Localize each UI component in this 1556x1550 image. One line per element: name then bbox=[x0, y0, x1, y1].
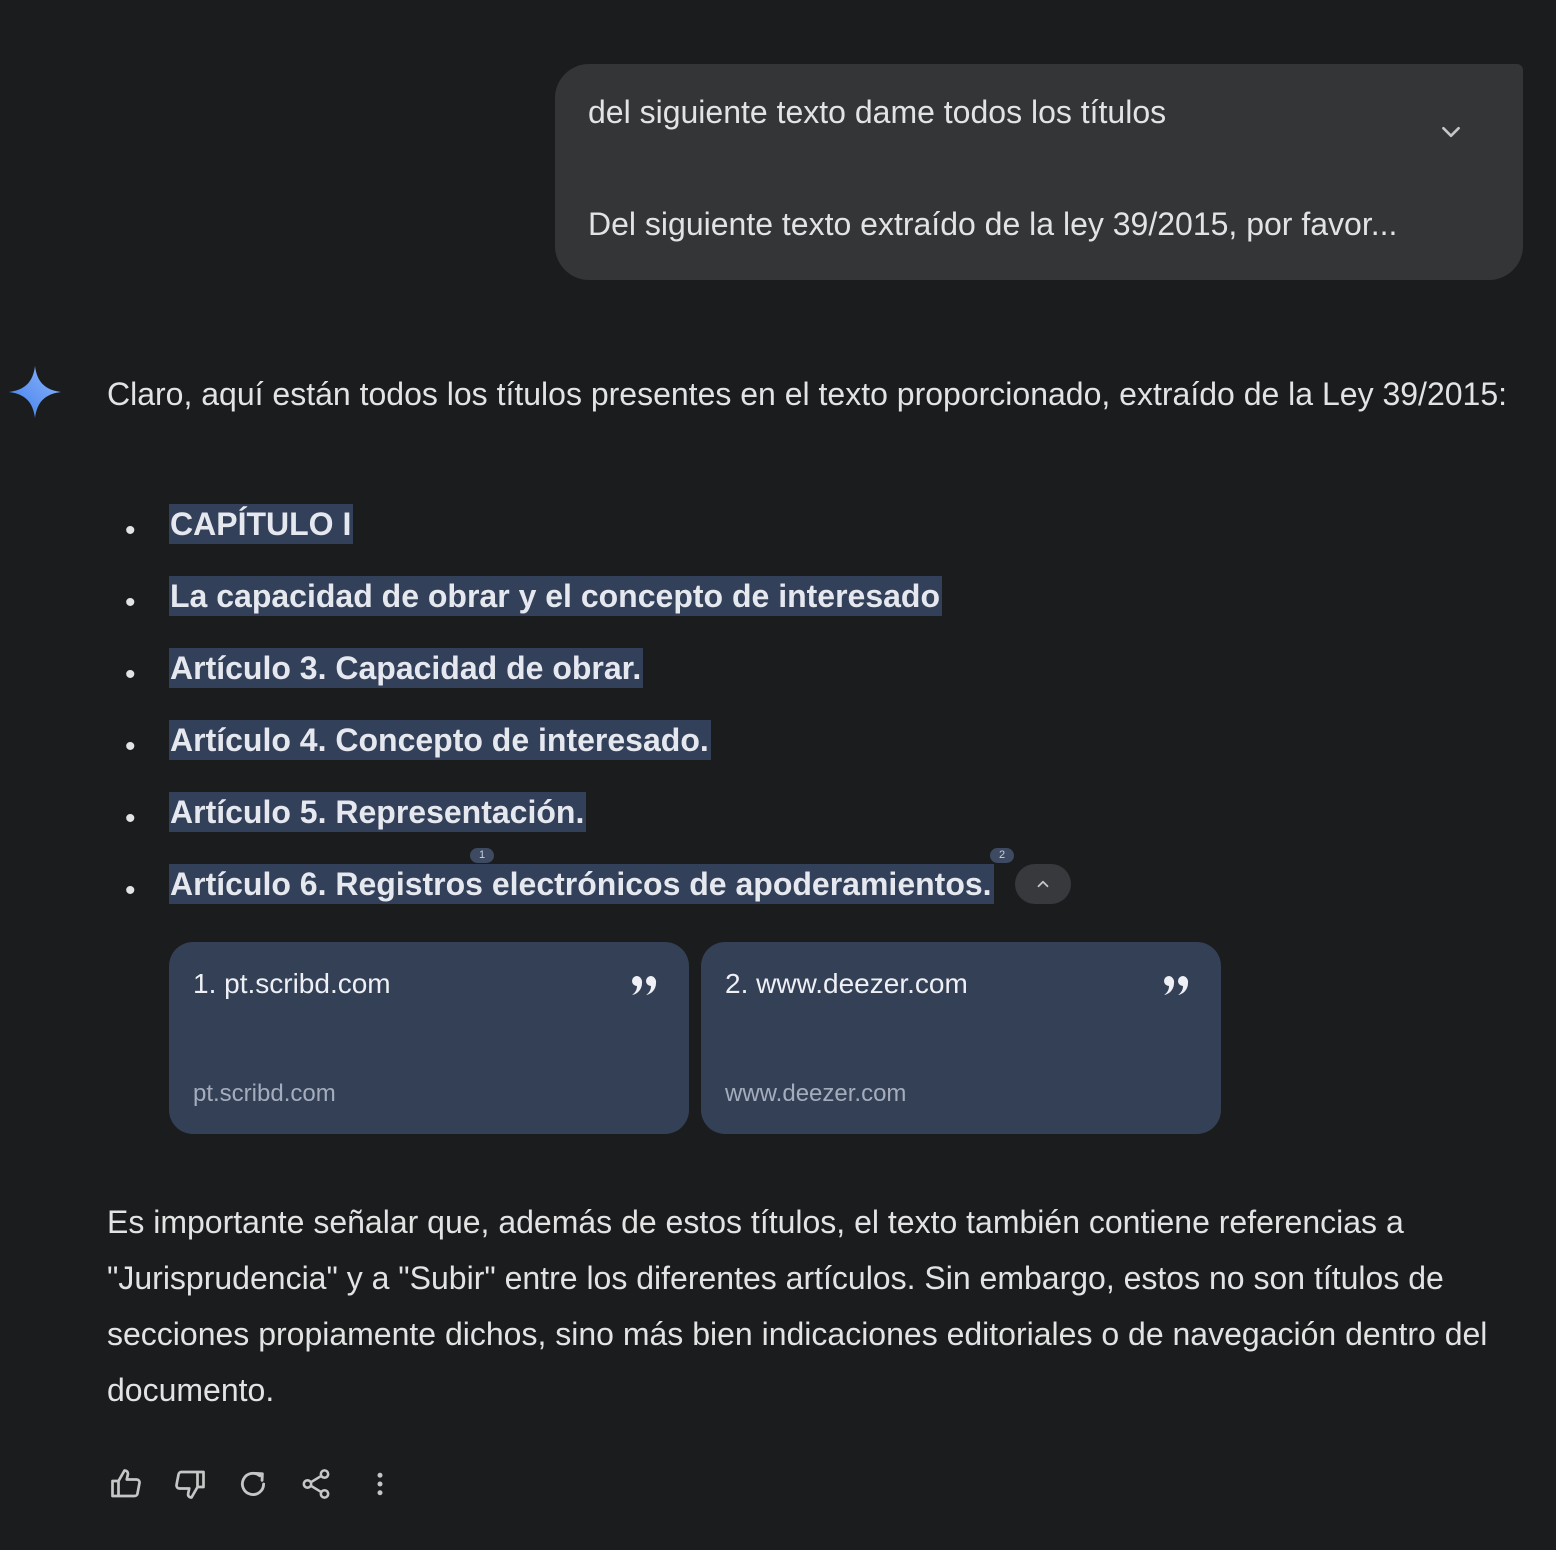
source-title: 1. pt.scribd.com bbox=[193, 968, 391, 999]
regenerate-button[interactable] bbox=[231, 1462, 275, 1506]
prompt-title: del siguiente texto dame todos los títul… bbox=[588, 94, 1167, 130]
regenerate-icon bbox=[240, 1471, 266, 1496]
source-domain: www.deezer.com bbox=[725, 1080, 907, 1107]
citation-marker-1[interactable]: 1 bbox=[470, 848, 494, 863]
expand-prompt-button[interactable] bbox=[1431, 112, 1471, 152]
response-intro: Claro, aquí están todos los títulos pres… bbox=[107, 376, 1508, 412]
gemini-sparkle-icon bbox=[9, 366, 61, 418]
source-card-scribd[interactable]: 1. pt.scribd.com pt.scribd.com bbox=[169, 942, 689, 1134]
list-item: • Artículo 6. Registros electrónicos de … bbox=[107, 854, 994, 926]
list-bullet: • bbox=[125, 874, 136, 907]
title-text: CAPÍTULO I bbox=[169, 504, 354, 544]
collapse-sources-button[interactable] bbox=[1015, 864, 1071, 904]
list-item: • La capacidad de obrar y el concepto de… bbox=[107, 566, 994, 638]
thumbs-down-icon bbox=[175, 1470, 205, 1499]
title-text: Artículo 6. Registros electrónicos de ap… bbox=[169, 864, 994, 904]
source-title: 2. www.deezer.com bbox=[725, 968, 968, 999]
list-bullet: • bbox=[125, 586, 136, 619]
citation-marker-2[interactable]: 2 bbox=[990, 848, 1014, 863]
quote-icon bbox=[1164, 976, 1189, 995]
response-footnote: Es importante señalar que, además de est… bbox=[107, 1204, 1488, 1408]
thumbs-down-button[interactable] bbox=[168, 1462, 212, 1506]
title-text: La capacidad de obrar y el concepto de i… bbox=[169, 576, 943, 616]
title-text: Artículo 3. Capacidad de obrar. bbox=[169, 648, 644, 688]
list-item: • Artículo 3. Capacidad de obrar. bbox=[107, 638, 994, 710]
share-button[interactable] bbox=[294, 1462, 338, 1506]
titles-list: • CAPÍTULO I • La capacidad de obrar y e… bbox=[107, 494, 994, 926]
list-bullet: • bbox=[125, 730, 136, 763]
source-card-deezer[interactable]: 2. www.deezer.com www.deezer.com bbox=[701, 942, 1221, 1134]
list-item: • Artículo 4. Concepto de interesado. bbox=[107, 710, 994, 782]
more-vertical-icon bbox=[377, 1472, 383, 1496]
chevron-down-icon bbox=[1442, 126, 1460, 138]
source-domain: pt.scribd.com bbox=[193, 1080, 336, 1107]
list-item: • Artículo 5. Representación. bbox=[107, 782, 994, 854]
list-bullet: • bbox=[125, 514, 136, 547]
title-text: Artículo 5. Representación. bbox=[169, 792, 587, 832]
share-icon bbox=[302, 1469, 330, 1499]
list-bullet: • bbox=[125, 802, 136, 835]
title-text: Artículo 4. Concepto de interesado. bbox=[169, 720, 711, 760]
user-prompt-bubble[interactable]: del siguiente texto dame todos los títul… bbox=[555, 64, 1523, 280]
thumbs-up-icon bbox=[111, 1469, 141, 1498]
quote-icon bbox=[632, 976, 657, 995]
more-options-button[interactable] bbox=[358, 1462, 402, 1506]
prompt-preview: Del siguiente texto extraído de la ley 3… bbox=[588, 206, 1398, 242]
thumbs-up-button[interactable] bbox=[104, 1462, 148, 1506]
chevron-up-icon bbox=[1037, 880, 1049, 888]
list-bullet: • bbox=[125, 658, 136, 691]
list-item: • CAPÍTULO I bbox=[107, 494, 994, 566]
